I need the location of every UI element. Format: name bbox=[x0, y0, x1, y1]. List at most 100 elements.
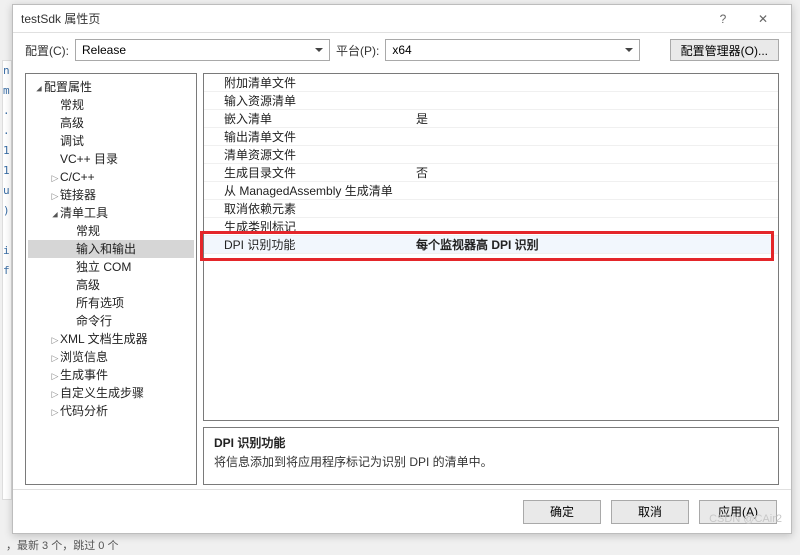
property-row[interactable]: 生成目录文件否 bbox=[204, 164, 778, 182]
configuration-manager-button[interactable]: 配置管理器(O)... bbox=[670, 39, 779, 61]
property-grid[interactable]: 附加清单文件输入资源清单嵌入清单是输出清单文件清单资源文件生成目录文件否从 Ma… bbox=[203, 73, 779, 421]
tree-item[interactable]: ▷链接器 bbox=[28, 186, 194, 204]
tree-item[interactable]: 调试 bbox=[28, 132, 194, 150]
property-value[interactable] bbox=[414, 74, 778, 91]
property-value[interactable]: 每个监视器高 DPI 识别 bbox=[414, 236, 778, 253]
tree-item-label: 自定义生成步骤 bbox=[60, 386, 144, 400]
tree-item[interactable]: ▷自定义生成步骤 bbox=[28, 384, 194, 402]
tree-item[interactable]: ▷浏览信息 bbox=[28, 348, 194, 366]
tree-item[interactable]: ▷XML 文档生成器 bbox=[28, 330, 194, 348]
tree-item[interactable]: ▷生成事件 bbox=[28, 366, 194, 384]
tree-item[interactable]: 高级 bbox=[28, 114, 194, 132]
property-value[interactable] bbox=[414, 128, 778, 145]
collapsed-icon: ▷ bbox=[50, 331, 60, 349]
tree-item-label: 高级 bbox=[76, 278, 100, 292]
property-value[interactable] bbox=[414, 92, 778, 109]
property-value[interactable] bbox=[414, 218, 778, 235]
tree-item[interactable]: 所有选项 bbox=[28, 294, 194, 312]
tree-item-label: 生成事件 bbox=[60, 368, 108, 382]
tree-item[interactable]: 常规 bbox=[28, 96, 194, 114]
collapsed-icon: ▷ bbox=[50, 367, 60, 385]
property-row[interactable]: 取消依赖元素 bbox=[204, 200, 778, 218]
dialog-footer: 确定 取消 应用(A) bbox=[13, 489, 791, 533]
property-value[interactable] bbox=[414, 146, 778, 163]
property-name: 嵌入清单 bbox=[204, 110, 414, 127]
tree-item-label: C/C++ bbox=[60, 170, 95, 184]
property-row[interactable]: DPI 识别功能每个监视器高 DPI 识别 bbox=[204, 236, 778, 254]
tree-item[interactable]: 高级 bbox=[28, 276, 194, 294]
tree-item-label: 常规 bbox=[60, 98, 84, 112]
status-bar-text: ，最新 3 个，跳过 0 个 bbox=[6, 537, 118, 553]
property-name: 生成目录文件 bbox=[204, 164, 414, 181]
expanded-icon: ◢ bbox=[36, 83, 43, 96]
tree-item-label: 命令行 bbox=[76, 314, 112, 328]
help-button[interactable]: ? bbox=[703, 5, 743, 33]
property-value[interactable] bbox=[414, 182, 778, 199]
tree-item[interactable]: 独立 COM bbox=[28, 258, 194, 276]
titlebar: testSdk 属性页 ? ✕ bbox=[13, 5, 791, 33]
configuration-combo[interactable]: Release bbox=[75, 39, 330, 61]
property-value[interactable]: 否 bbox=[414, 164, 778, 181]
tree-item-label: 独立 COM bbox=[76, 260, 131, 274]
tree-item-label: 浏览信息 bbox=[60, 350, 108, 364]
apply-button[interactable]: 应用(A) bbox=[699, 500, 777, 524]
property-name: 附加清单文件 bbox=[204, 74, 414, 91]
property-name: 生成类别标记 bbox=[204, 218, 414, 235]
tree-item-label: 高级 bbox=[60, 116, 84, 130]
property-row[interactable]: 附加清单文件 bbox=[204, 74, 778, 92]
tree-item[interactable]: 常规 bbox=[28, 222, 194, 240]
tree-item-label: 常规 bbox=[76, 224, 100, 238]
tree-item-label: VC++ 目录 bbox=[60, 152, 118, 166]
expanded-icon: ◢ bbox=[52, 209, 59, 222]
collapsed-icon: ▷ bbox=[50, 187, 60, 205]
property-name: DPI 识别功能 bbox=[204, 236, 414, 253]
property-row[interactable]: 嵌入清单是 bbox=[204, 110, 778, 128]
tree-item-label: 输入和输出 bbox=[76, 242, 136, 256]
property-name: 输入资源清单 bbox=[204, 92, 414, 109]
tree-item[interactable]: ▷C/C++ bbox=[28, 168, 194, 186]
cancel-button[interactable]: 取消 bbox=[611, 500, 689, 524]
tree-item[interactable]: ◢清单工具 bbox=[28, 204, 194, 222]
tree-item-label: 链接器 bbox=[60, 188, 96, 202]
property-value[interactable]: 是 bbox=[414, 110, 778, 127]
collapsed-icon: ▷ bbox=[50, 385, 60, 403]
ok-button[interactable]: 确定 bbox=[523, 500, 601, 524]
tree-item[interactable]: ◢配置属性 bbox=[28, 78, 194, 96]
platform-label: 平台(P): bbox=[336, 42, 379, 59]
property-row[interactable]: 从 ManagedAssembly 生成清单 bbox=[204, 182, 778, 200]
platform-combo[interactable]: x64 bbox=[385, 39, 640, 61]
collapsed-icon: ▷ bbox=[50, 169, 60, 187]
tree-item[interactable]: ▷代码分析 bbox=[28, 402, 194, 420]
tree-item-label: 代码分析 bbox=[60, 404, 108, 418]
property-name: 取消依赖元素 bbox=[204, 200, 414, 217]
property-row[interactable]: 输入资源清单 bbox=[204, 92, 778, 110]
description-panel: DPI 识别功能 将信息添加到将应用程序标记为识别 DPI 的清单中。 bbox=[203, 427, 779, 485]
config-toolbar: 配置(C): Release 平台(P): x64 配置管理器(O)... bbox=[13, 33, 791, 67]
property-name: 输出清单文件 bbox=[204, 128, 414, 145]
description-title: DPI 识别功能 bbox=[214, 434, 768, 451]
property-pages-dialog: testSdk 属性页 ? ✕ 配置(C): Release 平台(P): x6… bbox=[12, 4, 792, 534]
tree-item-label: 清单工具 bbox=[60, 206, 108, 220]
property-row[interactable]: 生成类别标记 bbox=[204, 218, 778, 236]
content-area: ◢配置属性常规高级调试VC++ 目录▷C/C++▷链接器◢清单工具常规输入和输出… bbox=[13, 67, 791, 489]
property-name: 从 ManagedAssembly 生成清单 bbox=[204, 182, 414, 199]
background-editor: nm..11u) if bbox=[2, 60, 12, 500]
collapsed-icon: ▷ bbox=[50, 349, 60, 367]
tree-item[interactable]: 输入和输出 bbox=[28, 240, 194, 258]
property-value[interactable] bbox=[414, 200, 778, 217]
config-label: 配置(C): bbox=[25, 42, 69, 59]
right-column: 附加清单文件输入资源清单嵌入清单是输出清单文件清单资源文件生成目录文件否从 Ma… bbox=[203, 73, 779, 485]
tree-item-label: 配置属性 bbox=[44, 80, 92, 94]
window-title: testSdk 属性页 bbox=[21, 10, 703, 27]
collapsed-icon: ▷ bbox=[50, 403, 60, 421]
property-row[interactable]: 清单资源文件 bbox=[204, 146, 778, 164]
property-row[interactable]: 输出清单文件 bbox=[204, 128, 778, 146]
close-button[interactable]: ✕ bbox=[743, 5, 783, 33]
tree-item[interactable]: 命令行 bbox=[28, 312, 194, 330]
navigation-tree[interactable]: ◢配置属性常规高级调试VC++ 目录▷C/C++▷链接器◢清单工具常规输入和输出… bbox=[25, 73, 197, 485]
property-name: 清单资源文件 bbox=[204, 146, 414, 163]
description-text: 将信息添加到将应用程序标记为识别 DPI 的清单中。 bbox=[214, 453, 768, 470]
tree-item[interactable]: VC++ 目录 bbox=[28, 150, 194, 168]
tree-item-label: 所有选项 bbox=[76, 296, 124, 310]
tree-item-label: XML 文档生成器 bbox=[60, 332, 148, 346]
